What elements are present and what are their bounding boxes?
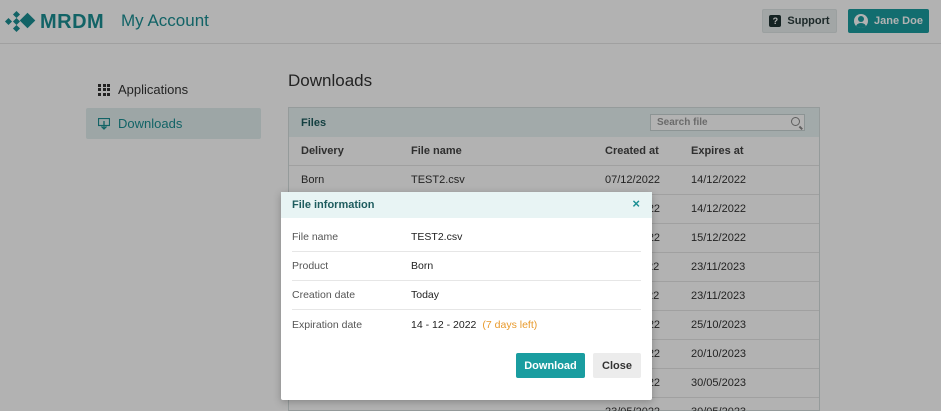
info-row-product: Product Born — [292, 252, 641, 281]
info-value: Born — [411, 260, 434, 272]
download-button[interactable]: Download — [516, 353, 585, 378]
info-row-creation-date: Creation date Today — [292, 281, 641, 310]
file-information-dialog: File information × File name TEST2.csv P… — [281, 192, 652, 400]
close-icon[interactable]: × — [632, 197, 640, 211]
info-value: Today — [411, 289, 440, 301]
info-row-file-name: File name TEST2.csv — [292, 223, 641, 252]
app-root: MRDM My Account ? Support Jane Doe Appli… — [0, 0, 941, 411]
dialog-body: File name TEST2.csv Product Born Creatio… — [281, 218, 652, 339]
dialog-actions: Download Close — [516, 353, 641, 378]
info-label: Creation date — [292, 289, 356, 301]
days-left-note: (7 days left) — [482, 318, 538, 331]
info-label: Expiration date — [292, 318, 363, 331]
info-value: 14 - 12 - 2022 — [411, 318, 477, 331]
info-label: Product — [292, 260, 329, 272]
info-label: File name — [292, 231, 339, 243]
info-value: TEST2.csv — [411, 231, 463, 243]
dialog-header: File information × — [281, 192, 652, 218]
info-row-expiration-date: Expiration date 14 - 12 - 2022 (7 days l… — [292, 310, 641, 339]
dialog-title: File information — [292, 199, 375, 211]
close-button[interactable]: Close — [593, 353, 641, 378]
